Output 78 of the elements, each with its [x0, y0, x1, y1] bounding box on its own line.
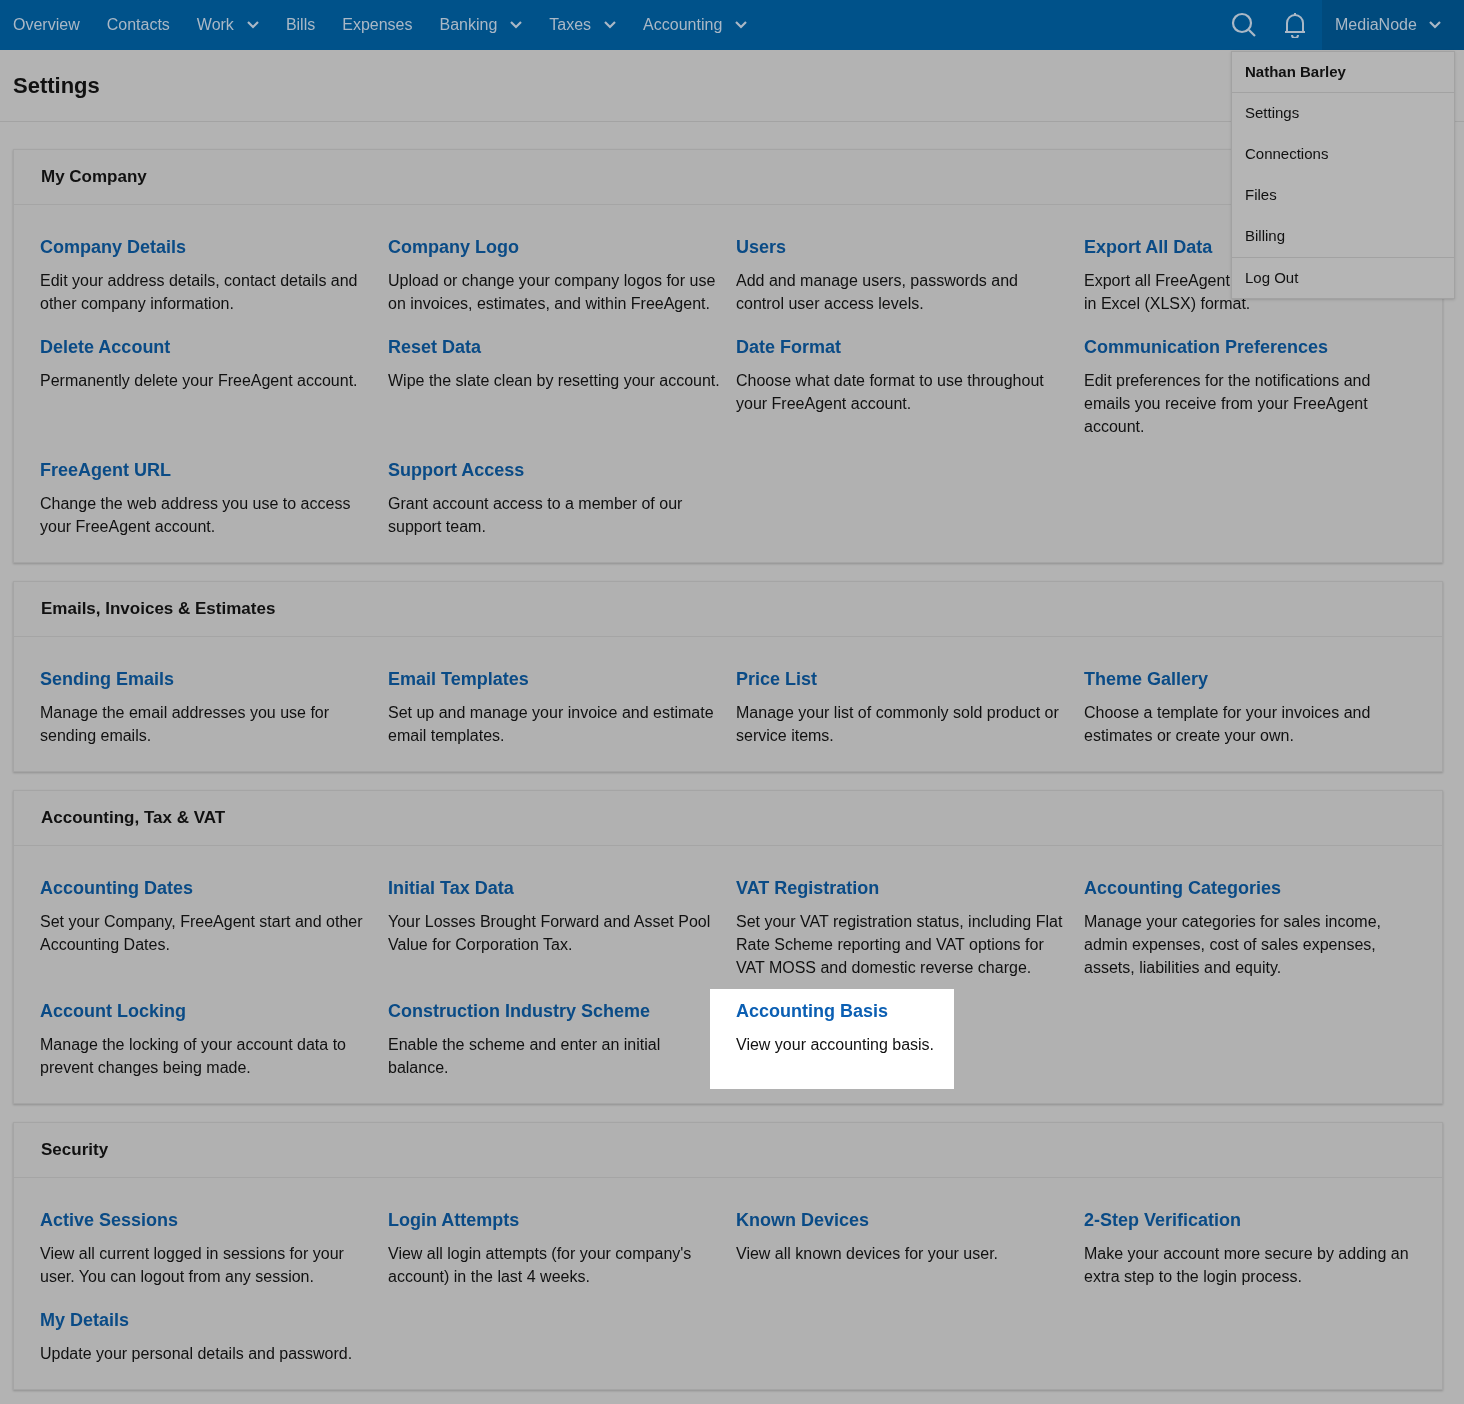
setting-link[interactable]: Reset Data: [388, 335, 482, 359]
setting-link[interactable]: Communication Preferences: [1084, 335, 1329, 359]
setting-description: Update your personal details and password.: [40, 1344, 353, 1364]
menu-item[interactable]: Log Out: [1232, 257, 1454, 298]
setting-description: Manage the locking of your account data to prevent changes being made.: [40, 1035, 347, 1078]
setting-description: Enable the scheme and enter an initial balance.: [388, 1035, 662, 1078]
nav-link[interactable]: Accounting: [643, 13, 748, 37]
setting-description: View all known devices for your user.: [736, 1244, 999, 1264]
setting-link[interactable]: Known Devices: [736, 1208, 870, 1232]
chevron-down-icon: [510, 21, 523, 29]
setting-link[interactable]: Initial Tax Data: [388, 876, 514, 900]
setting-description: Set your Company, FreeAgent start and other Accounting Dates.: [40, 912, 364, 955]
setting-link[interactable]: Users: [736, 235, 787, 259]
section-title: Security: [41, 1139, 109, 1162]
setting-link[interactable]: Theme Gallery: [1084, 667, 1209, 691]
setting-description: Add and manage users, passwords and control user access levels.: [736, 271, 1019, 314]
setting-description: Manage the email addresses you use for sending emails.: [40, 703, 331, 746]
setting-description: Manage your list of commonly sold product or service items.: [736, 703, 1060, 746]
setting-link[interactable]: 2-Step Verification: [1084, 1208, 1242, 1232]
setting-link[interactable]: Email Templates: [388, 667, 529, 691]
setting-link[interactable]: Accounting Dates: [40, 876, 194, 900]
setting-description: View all login attempts (for your company's account) in the last 4 weeks.: [388, 1244, 693, 1287]
setting-description: Set your VAT registration status, including Flat Rate Scheme reporting and VAT options for VAT MOSS and domestic reverse charge.: [736, 912, 1064, 978]
setting-link[interactable]: Date Format: [736, 335, 842, 359]
setting-link[interactable]: Support Access: [388, 458, 525, 482]
nav-link[interactable]: Expenses: [342, 13, 413, 37]
chevron-down-icon: [735, 21, 748, 29]
bell-icon[interactable]: [1283, 12, 1307, 38]
setting-link[interactable]: Accounting Categories: [1084, 876, 1282, 900]
section-title: Accounting, Tax & VAT: [41, 807, 226, 830]
menu-item[interactable]: Settings: [1232, 93, 1454, 134]
setting-description: Wipe the slate clean by resetting your account.: [388, 371, 720, 391]
chevron-down-icon: [246, 21, 259, 29]
setting-link[interactable]: Price List: [736, 667, 818, 691]
setting-description: Choose what date format to use throughout your FreeAgent account.: [736, 371, 1045, 414]
setting-link[interactable]: Account Locking: [40, 999, 186, 1023]
account-menu-button[interactable]: MediaNode: [1322, 0, 1464, 50]
user-name: Nathan Barley: [1232, 52, 1454, 93]
setting-description: View your accounting basis.: [736, 1035, 935, 1055]
setting-link[interactable]: Sending Emails: [40, 667, 175, 691]
setting-description: Permanently delete your FreeAgent account.: [40, 371, 358, 391]
section-title: Emails, Invoices & Estimates: [41, 598, 276, 621]
menu-item[interactable]: Files: [1232, 175, 1454, 216]
nav-link[interactable]: Bills: [285, 13, 316, 37]
chevron-down-icon: [604, 21, 617, 29]
setting-description: Your Losses Brought Forward and Asset Pool Value for Corporation Tax.: [388, 912, 712, 955]
menu-item[interactable]: Connections: [1232, 134, 1454, 175]
setting-link[interactable]: Accounting Basis: [736, 999, 889, 1023]
setting-description: Set up and manage your invoice and estimate email templates.: [388, 703, 715, 746]
setting-link[interactable]: Construction Industry Scheme: [388, 999, 651, 1023]
search-icon[interactable]: [1231, 12, 1257, 38]
page-title: Settings: [13, 72, 100, 100]
setting-link[interactable]: Delete Account: [40, 335, 171, 359]
setting-description: Change the web address you use to access your FreeAgent account.: [40, 494, 352, 537]
nav-link[interactable]: Work: [196, 13, 259, 37]
nav-link[interactable]: Contacts: [106, 13, 170, 37]
setting-description: View all current logged in sessions for your user. You can logout from any session.: [40, 1244, 345, 1287]
setting-link[interactable]: FreeAgent URL: [40, 458, 171, 482]
section-title: My Company: [41, 166, 147, 189]
setting-description: Edit preferences for the notifications and emails you receive from your FreeAgent account.: [1084, 371, 1372, 437]
setting-description: Manage your categories for sales income, admin expenses, cost of sales expenses, assets, liabilities and equity.: [1084, 912, 1383, 978]
setting-description: Choose a template for your invoices and estimates or create your own.: [1084, 703, 1372, 746]
nav-link[interactable]: Taxes: [549, 13, 617, 37]
setting-description: Edit your address details, contact details and other company information.: [40, 271, 359, 314]
setting-link[interactable]: Export All Data: [1084, 235, 1213, 259]
setting-link[interactable]: Company Logo: [388, 235, 519, 259]
setting-link[interactable]: Login Attempts: [388, 1208, 520, 1232]
setting-link[interactable]: Active Sessions: [40, 1208, 179, 1232]
chevron-down-icon: [1428, 21, 1441, 29]
setting-link[interactable]: VAT Registration: [736, 876, 880, 900]
setting-link[interactable]: Company Details: [40, 235, 187, 259]
setting-description: Make your account more secure by adding an extra step to the login process.: [1084, 1244, 1410, 1287]
menu-item[interactable]: Billing: [1232, 216, 1454, 257]
setting-link[interactable]: My Details: [40, 1308, 130, 1332]
setting-description: Upload or change your company logos for use on invoices, estimates, and within FreeAgent.: [388, 271, 717, 314]
nav-link[interactable]: Overview: [13, 13, 80, 37]
nav-link[interactable]: Banking: [439, 13, 523, 37]
setting-description: Grant account access to a member of our support team.: [388, 494, 684, 537]
